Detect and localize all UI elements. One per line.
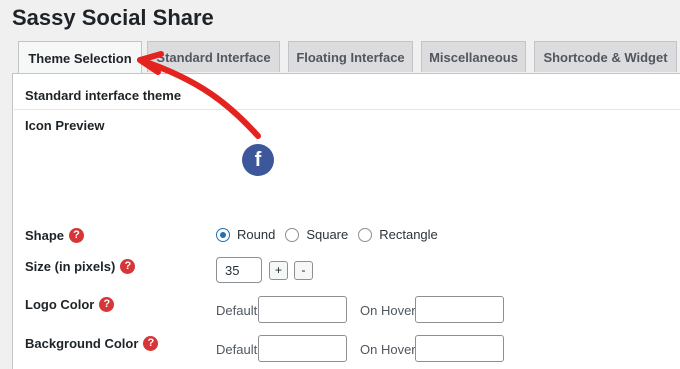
size-increase-button[interactable]: + (269, 261, 288, 280)
logo-color-hover-label: On Hover (360, 303, 416, 318)
tab-miscellaneous[interactable]: Miscellaneous (421, 41, 526, 72)
background-color-row-label: Background Color ? (25, 336, 159, 351)
logo-color-default-label: Default (216, 303, 258, 318)
shape-radio-group: Round Square Rectangle (216, 227, 448, 242)
logo-color-label: Logo Color (25, 297, 95, 312)
background-color-default-label: Default (216, 342, 258, 357)
radio-round[interactable] (216, 227, 230, 242)
logo-color-default-input[interactable] (258, 296, 347, 323)
radio-square[interactable] (285, 227, 300, 242)
help-icon[interactable]: ? (99, 297, 115, 312)
shape-option-rectangle[interactable]: Rectangle (358, 227, 438, 242)
help-icon[interactable]: ? (143, 336, 159, 351)
size-decrease-button[interactable]: - (294, 261, 313, 280)
shape-option-round[interactable]: Round (216, 227, 275, 242)
section-divider (14, 109, 680, 110)
tab-theme-selection[interactable]: Theme Selection (18, 41, 142, 74)
tab-shortcode-widget[interactable]: Shortcode & Widget (534, 41, 677, 72)
shape-option-label: Square (306, 227, 349, 242)
shape-option-label: Rectangle (379, 227, 438, 242)
size-label: Size (in pixels) (25, 259, 116, 274)
help-icon[interactable]: ? (69, 228, 85, 243)
size-input[interactable] (216, 257, 262, 283)
tab-standard-interface[interactable]: Standard Interface (147, 41, 280, 72)
background-color-hover-label: On Hover (360, 342, 416, 357)
section-heading: Standard interface theme (25, 88, 182, 103)
background-color-label: Background Color (25, 336, 139, 351)
shape-option-square[interactable]: Square (285, 227, 348, 242)
shape-label: Shape (25, 228, 65, 243)
icon-preview-label: Icon Preview (25, 118, 105, 133)
radio-rectangle[interactable] (358, 227, 373, 242)
logo-color-hover-input[interactable] (415, 296, 504, 323)
tab-floating-interface[interactable]: Floating Interface (288, 41, 413, 72)
background-color-hover-input[interactable] (415, 335, 504, 362)
help-icon[interactable]: ? (120, 259, 136, 274)
background-color-default-input[interactable] (258, 335, 347, 362)
size-row-label: Size (in pixels) ? (25, 259, 136, 274)
shape-option-label: Round (237, 227, 276, 242)
shape-row-label: Shape ? (25, 228, 85, 243)
settings-panel: Standard interface theme Icon Preview f … (12, 73, 680, 369)
page-title: Sassy Social Share (12, 5, 214, 30)
logo-color-row-label: Logo Color ? (25, 297, 115, 312)
facebook-icon[interactable]: f (242, 144, 274, 176)
